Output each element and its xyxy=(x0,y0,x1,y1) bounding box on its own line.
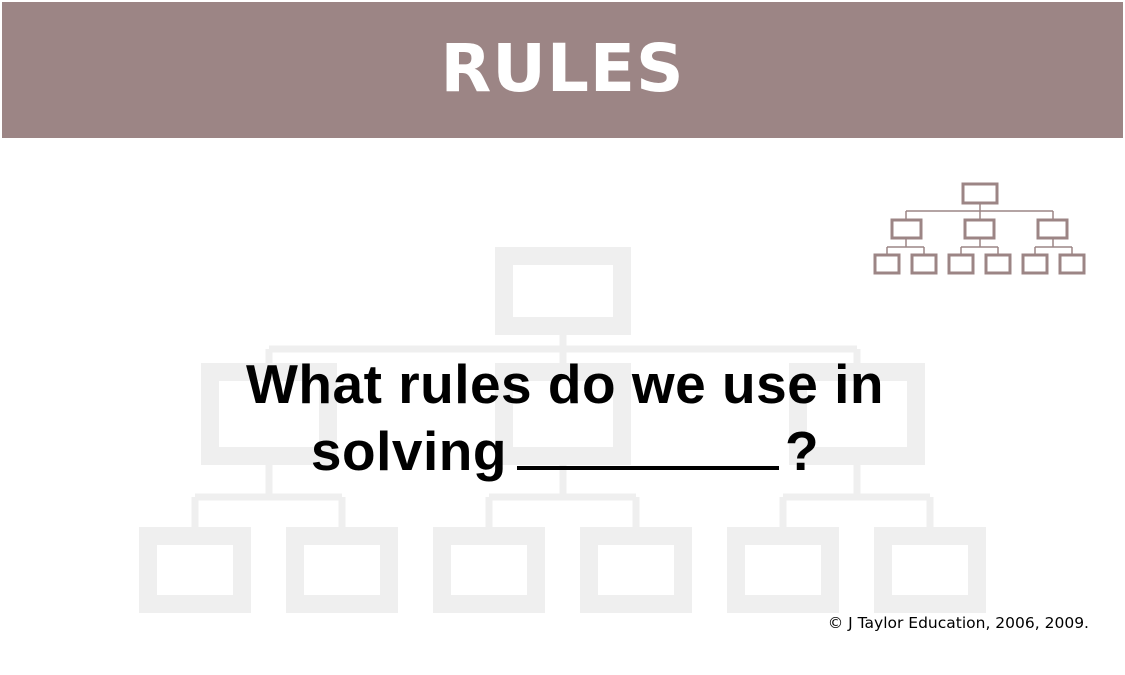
question-prompt: What rules do we use in solving? xyxy=(140,352,990,483)
question-mark: ? xyxy=(784,420,820,482)
hierarchy-chart-icon xyxy=(873,182,1086,275)
copyright-notice: © J Taylor Education, 2006, 2009. xyxy=(827,614,1089,632)
answer-blank xyxy=(516,416,779,470)
question-line-2: solving? xyxy=(140,416,990,483)
hierarchy-chart-watermark xyxy=(139,247,986,613)
question-line-1: What rules do we use in xyxy=(246,353,884,415)
question-line-2-prefix: solving xyxy=(310,420,507,482)
